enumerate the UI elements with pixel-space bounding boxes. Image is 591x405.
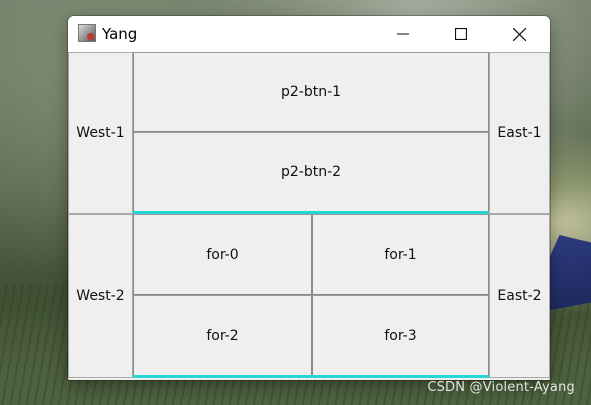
for-0-button[interactable]: for-0 bbox=[133, 214, 312, 295]
for-2-button[interactable]: for-2 bbox=[133, 295, 312, 376]
watermark-text: CSDN @Violent-Ayang bbox=[427, 380, 575, 395]
close-icon bbox=[512, 27, 526, 41]
east-1-button[interactable]: East-1 bbox=[489, 52, 550, 214]
maximize-button[interactable] bbox=[432, 16, 490, 52]
row-2-accent-line bbox=[133, 375, 489, 378]
p2-btn-2-button[interactable]: p2-btn-2 bbox=[133, 132, 489, 212]
close-button[interactable] bbox=[490, 16, 548, 52]
east-2-button[interactable]: East-2 bbox=[489, 214, 550, 378]
west-2-button[interactable]: West-2 bbox=[68, 214, 133, 378]
for-3-button[interactable]: for-3 bbox=[312, 295, 489, 376]
minimize-button[interactable] bbox=[374, 16, 432, 52]
background-figure bbox=[546, 235, 591, 310]
content-pane: West-1 p2-btn-1 p2-btn-2 East-1 West-2 f… bbox=[68, 52, 550, 380]
java-app-icon bbox=[78, 24, 96, 42]
minimize-icon bbox=[397, 33, 409, 35]
app-window: Yang West-1 p2-btn-1 p2-btn-2 East-1 Wes… bbox=[68, 16, 550, 380]
maximize-icon bbox=[455, 28, 467, 40]
for-1-button[interactable]: for-1 bbox=[312, 214, 489, 295]
west-1-button[interactable]: West-1 bbox=[68, 52, 133, 214]
window-title: Yang bbox=[102, 25, 138, 43]
p2-btn-1-button[interactable]: p2-btn-1 bbox=[133, 52, 489, 132]
title-bar[interactable]: Yang bbox=[68, 16, 550, 52]
